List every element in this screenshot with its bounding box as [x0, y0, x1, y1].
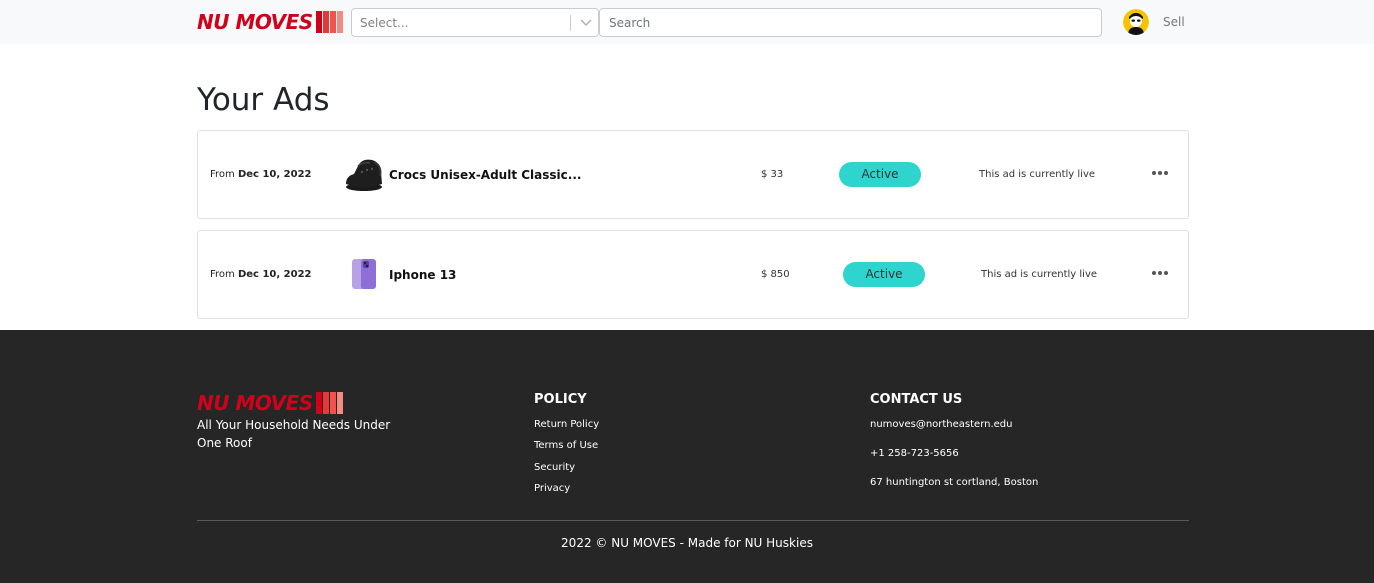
policy-heading: POLICY [534, 392, 587, 407]
category-select-placeholder: Select... [360, 16, 409, 30]
ad-date: From Dec 10, 2022 [210, 169, 312, 180]
contact-email-link[interactable]: numoves@northeastern.edu [870, 419, 1013, 430]
ad-card[interactable]: From Dec 10, 2022 Crocs Unisex-Adult Cla… [197, 130, 1189, 219]
footer-brand-logo[interactable]: NU MOVES [197, 391, 344, 415]
privacy-link[interactable]: Privacy [534, 483, 570, 494]
search-input[interactable] [599, 8, 1102, 37]
brand-logo-bars-icon [315, 392, 344, 414]
footer-tagline: All Your Household Needs Under One Roof [197, 418, 391, 450]
ad-price: $ 850 [761, 269, 790, 280]
ad-title[interactable]: Iphone 13 [389, 268, 456, 282]
footer-divider [197, 520, 1189, 521]
contact-heading: CONTACT US [870, 392, 963, 407]
contact-phone-link[interactable]: +1 258-723-5656 [870, 448, 959, 459]
ad-date-value: Dec 10, 2022 [237, 169, 312, 180]
ad-status-note: This ad is currently live [979, 169, 1096, 180]
sell-link[interactable]: Sell [1163, 15, 1185, 29]
security-link[interactable]: Security [534, 462, 575, 473]
brand-logo-text: NU MOVES [197, 10, 313, 34]
ad-title[interactable]: Crocs Unisex-Adult Classic... [389, 168, 581, 182]
contact-address: 67 huntington st cortland, Boston [870, 477, 1039, 488]
ad-date-value: Dec 10, 2022 [237, 269, 312, 280]
top-navbar: NU MOVES Select... Sell [0, 0, 1374, 44]
ad-price: $ 33 [761, 169, 784, 180]
more-options-icon[interactable] [1150, 265, 1170, 281]
terms-of-use-link[interactable]: Terms of Use [534, 440, 598, 451]
chevron-down-icon[interactable] [578, 13, 594, 31]
return-policy-link[interactable]: Return Policy [534, 419, 599, 430]
status-badge[interactable]: Active [839, 162, 921, 187]
footer-brand-logo-text: NU MOVES [197, 391, 313, 415]
ad-status-note: This ad is currently live [981, 269, 1098, 280]
more-options-icon[interactable] [1150, 165, 1170, 181]
clog-shoe-icon[interactable] [344, 154, 384, 194]
ad-from-label: From [210, 269, 235, 280]
select-separator [570, 15, 571, 31]
brand-logo-bars-icon [315, 11, 344, 33]
brand-logo[interactable]: NU MOVES [197, 10, 344, 34]
ad-from-label: From [210, 169, 235, 180]
user-avatar-icon[interactable] [1123, 9, 1149, 35]
status-badge[interactable]: Active [843, 262, 925, 287]
category-select[interactable]: Select... [351, 8, 599, 37]
ad-date: From Dec 10, 2022 [210, 269, 312, 280]
page-title: Your Ads [197, 82, 330, 118]
ad-card[interactable]: From Dec 10, 2022 Iphone 13 $ 850 Active… [197, 230, 1189, 319]
footer: NU MOVES All Your Household Needs Under … [0, 330, 1374, 583]
smartphone-icon[interactable] [345, 254, 385, 294]
copyright-text: 2022 © NU MOVES - Made for NU Huskies [561, 536, 813, 550]
